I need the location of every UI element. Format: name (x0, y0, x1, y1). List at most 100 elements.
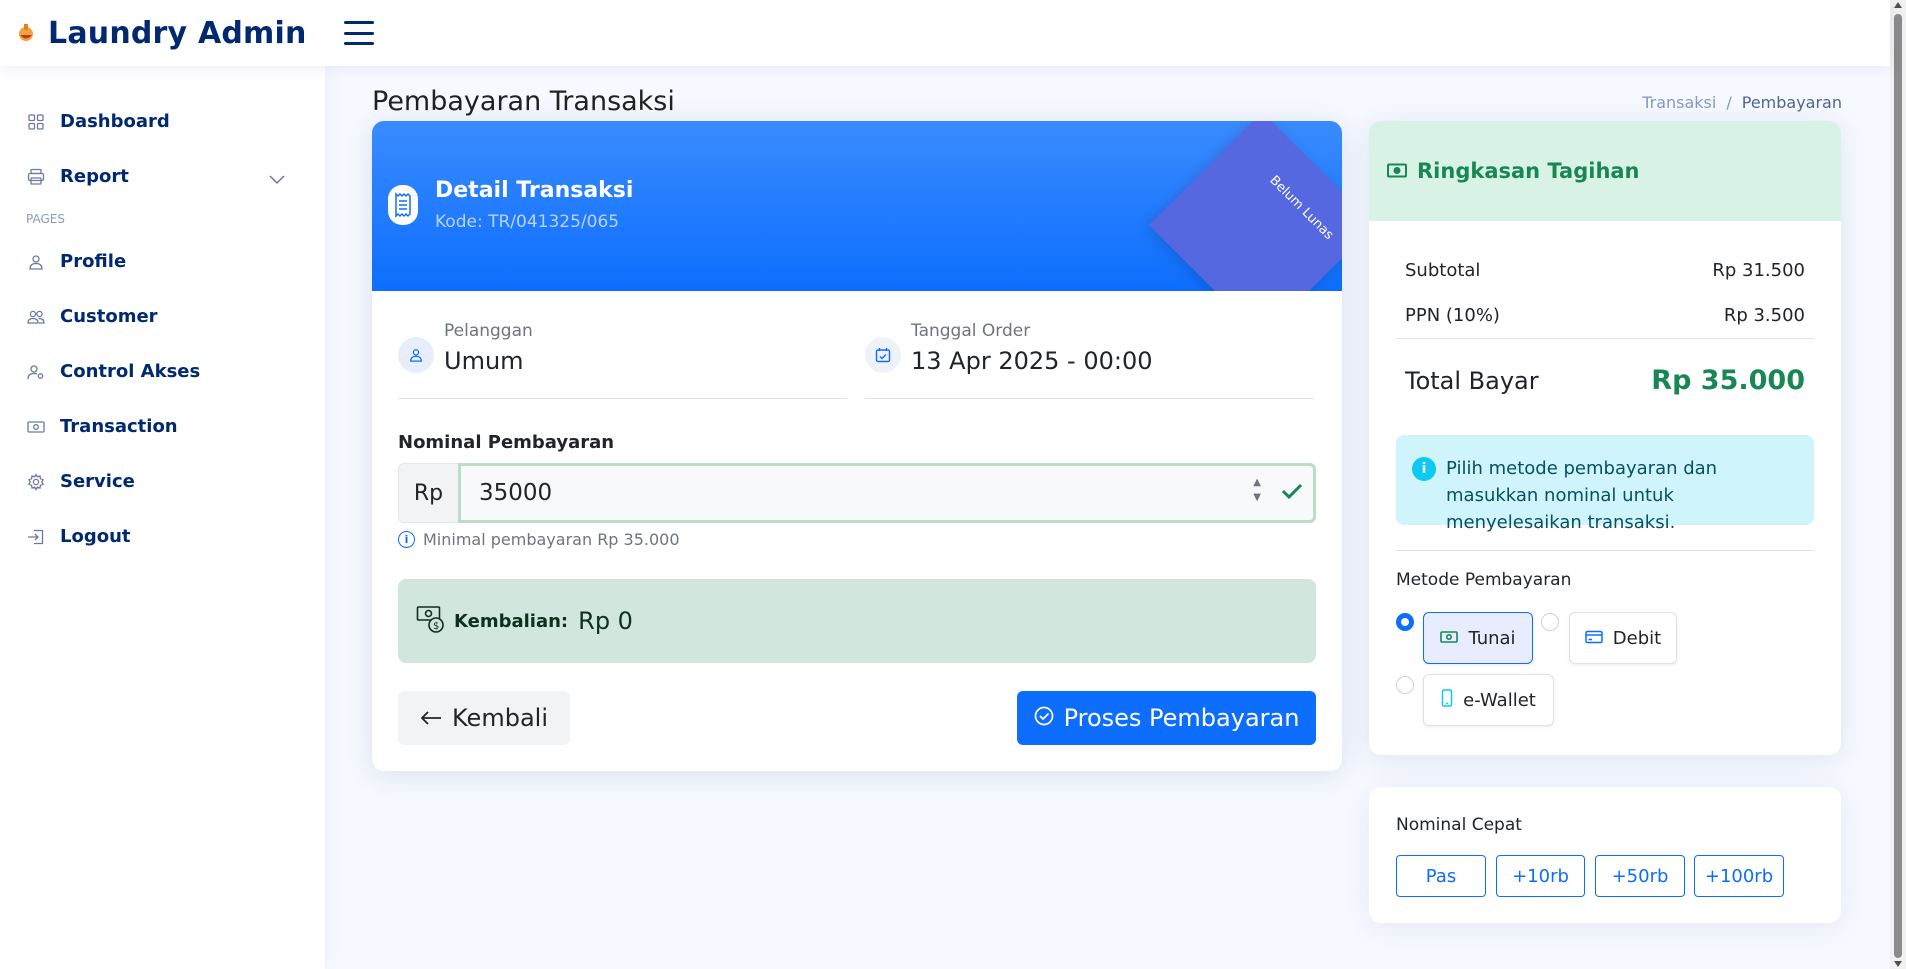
order-date-value: 13 Apr 2025 - 00:00 (911, 347, 1153, 375)
sidebar: Dashboard Report PAGES Profile Customer … (0, 66, 325, 969)
total-label: Total Bayar (1405, 366, 1539, 395)
sidebar-item-label: Control Akses (60, 361, 201, 382)
order-date-label: Tanggal Order (911, 321, 1031, 341)
credit-card-icon (1585, 628, 1603, 649)
calendar-check-icon (865, 337, 901, 373)
arrow-left-icon (420, 704, 442, 732)
info-fill-icon: i (1412, 457, 1436, 481)
bill-summary-card: Ringkasan Tagihan Subtotal Rp 31.500 PPN… (1369, 121, 1841, 755)
process-payment-button[interactable]: Proses Pembayaran (1017, 691, 1316, 745)
sidebar-item-dashboard[interactable]: Dashboard (0, 94, 325, 149)
logo[interactable]: Laundry Admin (14, 16, 334, 51)
sidebar-item-label: Dashboard (60, 111, 170, 132)
detail-title: Detail Transaksi (435, 178, 634, 203)
order-date-info: Tanggal Order 13 Apr 2025 - 00:00 (865, 319, 1314, 399)
tax-row: PPN (10%) Rp 3.500 (1405, 305, 1805, 326)
payment-amount-label: Nominal Pembayaran (398, 432, 615, 453)
method-tunai-button[interactable]: Tunai (1423, 612, 1533, 664)
currency-addon: Rp (398, 463, 458, 523)
sidebar-item-logout[interactable]: Logout (0, 509, 325, 564)
total-row: Total Bayar Rp 35.000 (1405, 365, 1805, 396)
menu-toggle-icon[interactable] (344, 21, 374, 45)
sidebar-item-service[interactable]: Service (0, 454, 325, 509)
tax-value: Rp 3.500 (1723, 305, 1805, 326)
sidebar-item-control-akses[interactable]: Control Akses (0, 344, 325, 399)
svg-text:$: $ (433, 621, 439, 632)
breadcrumb: Transaksi / Pembayaran (1642, 93, 1842, 112)
change-box: $ Kembalian: Rp 0 (398, 579, 1316, 663)
info-alert: i Pilih metode pembayaran dan masukkan n… (1396, 435, 1814, 533)
sidebar-item-label: Service (60, 471, 135, 492)
payment-amount-input[interactable] (458, 463, 1316, 523)
transaction-code: Kode: TR/041325/065 (435, 212, 620, 232)
sidebar-item-profile[interactable]: Profile (0, 234, 325, 289)
grid-icon (26, 112, 46, 132)
customer-value: Umum (444, 347, 524, 375)
check-circle-icon (1034, 704, 1054, 732)
info-row: Pelanggan Umum Tanggal Order 13 Apr 2025… (398, 319, 1314, 399)
transaction-detail-card: Detail Transaksi Kode: TR/041325/065 Bel… (372, 121, 1342, 771)
radio-tunai[interactable] (1396, 613, 1414, 631)
box-arrow-in-right-icon (26, 527, 46, 547)
back-button[interactable]: Kembali (398, 691, 570, 745)
quick-amount-50rb-button[interactable]: +50rb (1595, 855, 1685, 897)
info-alert-text: Pilih metode pembayaran dan masukkan nom… (1446, 458, 1718, 533)
printer-icon (26, 167, 46, 187)
receipt-icon (388, 185, 418, 225)
subtotal-value: Rp 31.500 (1712, 260, 1805, 281)
change-label: Kembalian: (454, 610, 569, 632)
check-icon (1280, 479, 1304, 507)
scroll-down-icon[interactable] (1894, 961, 1902, 967)
summary-divider (1396, 550, 1814, 551)
total-value: Rp 35.000 (1651, 365, 1805, 396)
sidebar-item-customer[interactable]: Customer (0, 289, 325, 344)
payment-hint: i Minimal pembayaran Rp 35.000 (398, 530, 680, 549)
quick-amount-card: Nominal Cepat Pas +10rb +50rb +100rb (1369, 787, 1841, 923)
sidebar-item-transaction[interactable]: Transaction (0, 399, 325, 454)
quick-amount-10rb-button[interactable]: +10rb (1496, 855, 1585, 897)
info-circle-icon: i (398, 531, 415, 548)
sidebar-item-label: Logout (60, 526, 131, 547)
scrollbar-thumb[interactable] (1894, 14, 1902, 958)
breadcrumb-separator: / (1726, 93, 1732, 112)
person-gear-icon (26, 362, 46, 382)
quick-amount-pas-button[interactable]: Pas (1396, 855, 1486, 897)
cash-icon (1440, 628, 1459, 649)
breadcrumb-item-transaksi[interactable]: Transaksi (1642, 93, 1716, 112)
person-icon (26, 252, 46, 272)
gear-icon (26, 472, 46, 492)
radio-debit[interactable] (1541, 613, 1559, 631)
summary-title: Ringkasan Tagihan (1417, 159, 1640, 183)
sidebar-item-label: Profile (60, 251, 127, 272)
change-value: Rp 0 (578, 607, 633, 635)
card-header: Detail Transaksi Kode: TR/041325/065 Bel… (372, 121, 1342, 291)
summary-divider (1396, 338, 1814, 339)
method-ewallet-label: e-Wallet (1463, 689, 1536, 711)
people-icon (26, 307, 46, 327)
subtotal-label: Subtotal (1405, 260, 1481, 281)
method-ewallet-button[interactable]: e-Wallet (1423, 674, 1554, 726)
sidebar-item-report[interactable]: Report (0, 149, 325, 204)
scroll-up-icon[interactable] (1894, 2, 1902, 8)
status-ribbon (1148, 121, 1342, 291)
app-title: Laundry Admin (48, 15, 307, 51)
cash-icon (26, 417, 46, 437)
number-spinner[interactable]: ▲ ▼ (1253, 478, 1261, 503)
top-header: Laundry Admin (0, 0, 1890, 66)
summary-header: Ringkasan Tagihan (1369, 121, 1841, 221)
sidebar-heading: PAGES (26, 212, 65, 226)
chevron-down-icon[interactable] (269, 169, 285, 190)
method-tunai-label: Tunai (1468, 627, 1516, 649)
radio-ewallet[interactable] (1396, 676, 1414, 694)
method-debit-label: Debit (1612, 627, 1662, 649)
logo-icon (14, 21, 38, 45)
tax-label: PPN (10%) (1405, 305, 1500, 326)
quick-amount-100rb-button[interactable]: +100rb (1694, 855, 1784, 897)
customer-info: Pelanggan Umum (398, 319, 847, 399)
process-payment-label: Proses Pembayaran (1063, 704, 1300, 732)
sidebar-item-label: Report (60, 166, 129, 187)
sidebar-item-label: Customer (60, 306, 158, 327)
page-scrollbar[interactable] (1890, 0, 1906, 969)
method-debit-button[interactable]: Debit (1569, 612, 1677, 664)
customer-label: Pelanggan (444, 321, 533, 341)
